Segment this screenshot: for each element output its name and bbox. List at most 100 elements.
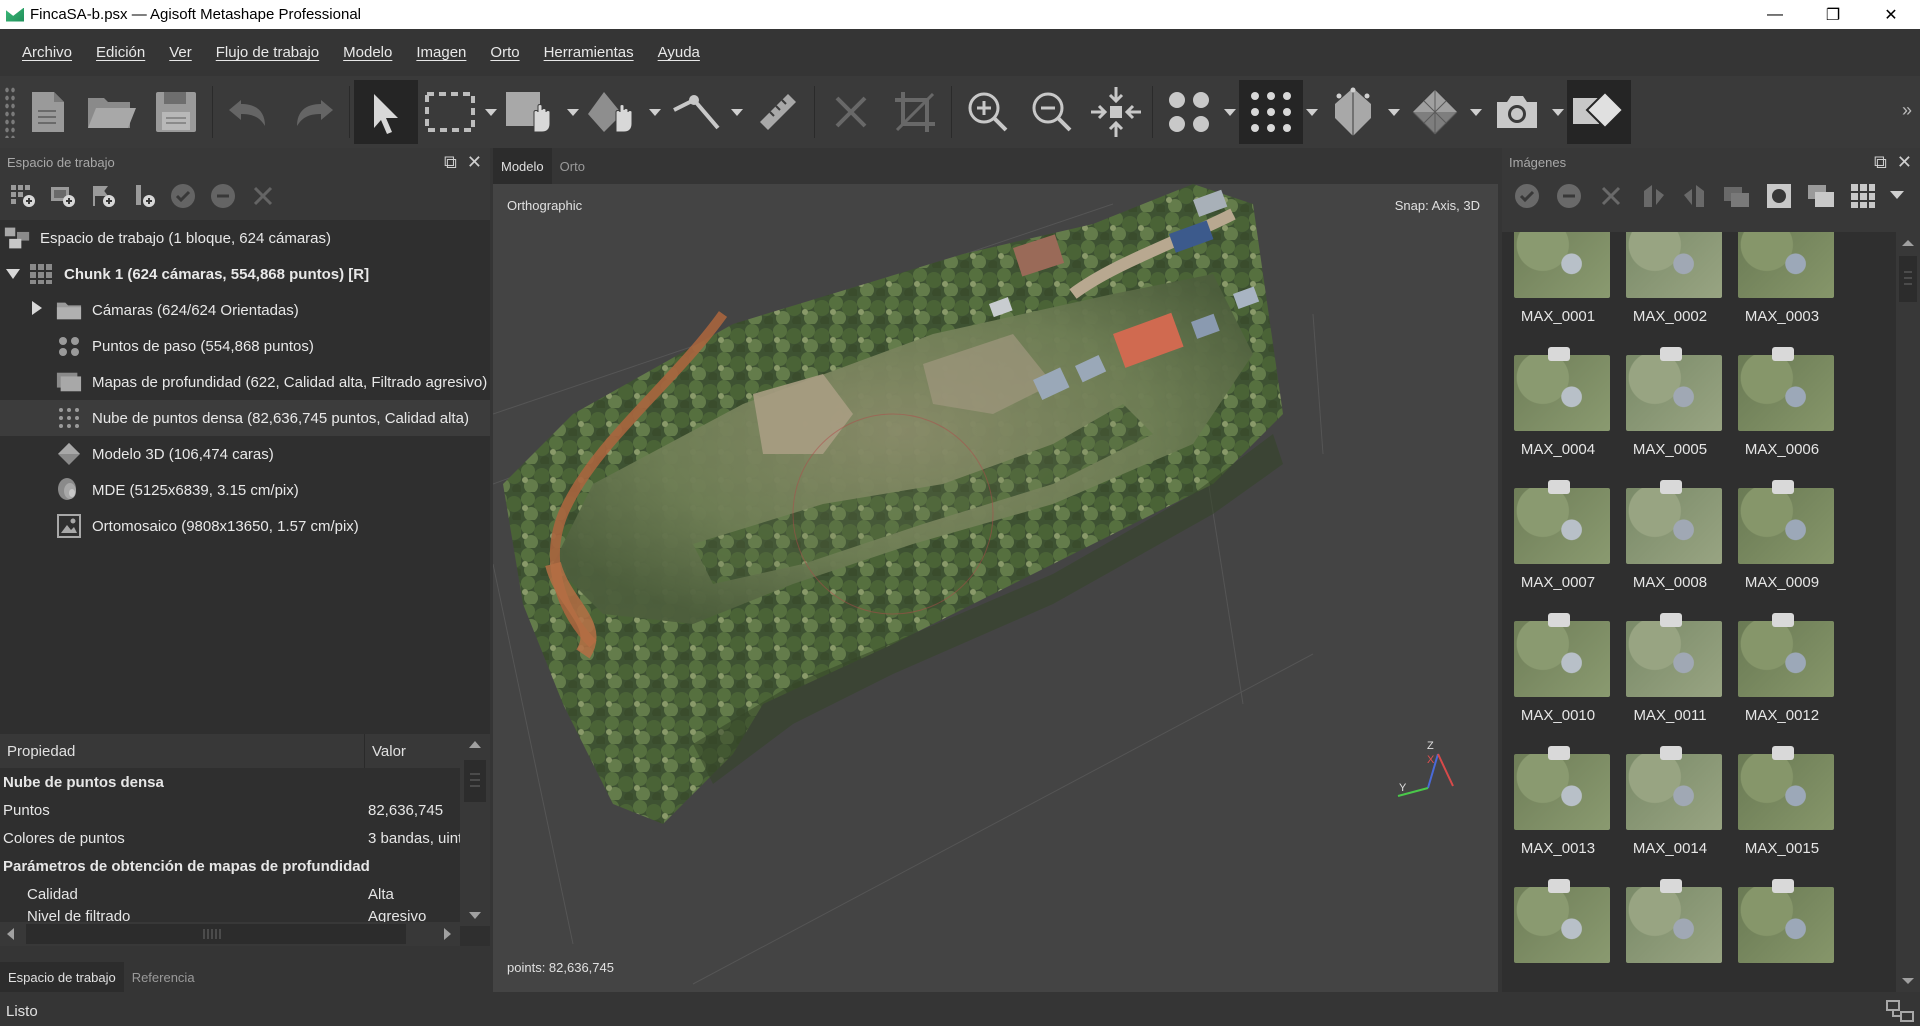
property-row[interactable]: Puntos 82,636,745 <box>0 796 490 824</box>
new-document-button[interactable] <box>16 80 80 144</box>
tree-item-dense-cloud[interactable]: Nube de puntos densa (82,636,745 puntos,… <box>0 400 490 436</box>
chunk-expanded-arrow-icon[interactable] <box>6 266 20 283</box>
add-chunk-button[interactable] <box>8 181 38 211</box>
image-thumbnail[interactable]: MAX_0005 <box>1614 345 1726 475</box>
add-photos-button[interactable] <box>48 181 78 211</box>
close-window-button[interactable]: ✕ <box>1862 0 1920 29</box>
image-thumbnail[interactable] <box>1726 877 1838 992</box>
toolbar-overflow-button[interactable]: » <box>1902 100 1912 121</box>
draw-polyline-button[interactable] <box>664 80 728 144</box>
tab-reference[interactable]: Referencia <box>124 962 203 992</box>
images-vertical-scrollbar[interactable] <box>1896 232 1920 992</box>
zoom-out-button[interactable] <box>1020 80 1084 144</box>
tab-workspace[interactable]: Espacio de trabajo <box>0 962 124 992</box>
remove-cameras-button[interactable] <box>1594 181 1628 211</box>
image-thumbnail[interactable]: MAX_0015 <box>1726 744 1838 874</box>
enable-cameras-button[interactable] <box>1510 181 1544 211</box>
tree-item-orthomosaic[interactable]: Ortomosaico (9808x13650, 1.57 cm/pix) <box>0 508 490 544</box>
properties-horizontal-scrollbar[interactable] <box>0 922 460 946</box>
view-mode-button[interactable] <box>1846 181 1880 211</box>
menu-orto[interactable]: Orto <box>478 44 531 61</box>
toolbar-grip-icon[interactable] <box>4 86 16 138</box>
menu-herramientas[interactable]: Herramientas <box>532 44 646 61</box>
remove-item-button[interactable] <box>248 181 278 211</box>
reset-view-button[interactable] <box>1084 80 1148 144</box>
image-thumbnail[interactable]: MAX_0002 <box>1614 232 1726 342</box>
disable-cameras-button[interactable] <box>1552 181 1586 211</box>
image-thumbnail[interactable]: MAX_0009 <box>1726 478 1838 608</box>
tab-ortho[interactable]: Orto <box>552 148 593 184</box>
image-thumbnail[interactable]: MAX_0007 <box>1502 478 1614 608</box>
delete-selection-button[interactable] <box>819 80 883 144</box>
overlay-images-button[interactable] <box>1804 181 1838 211</box>
model-view-dropdown[interactable] <box>1467 80 1485 144</box>
add-scalebar-button[interactable] <box>128 181 158 211</box>
cameras-collapsed-arrow-icon[interactable] <box>32 301 44 319</box>
menu-imagen[interactable]: Imagen <box>404 44 478 61</box>
image-thumbnail[interactable]: MAX_0014 <box>1614 744 1726 874</box>
image-thumbnail[interactable] <box>1614 877 1726 992</box>
show-points-button[interactable] <box>1157 80 1221 144</box>
value-column-header[interactable]: Valor <box>365 743 406 760</box>
image-thumbnail[interactable]: MAX_0006 <box>1726 345 1838 475</box>
rotate-object-button[interactable] <box>582 80 646 144</box>
mask-from-selection-button[interactable] <box>1720 181 1754 211</box>
menu-archivo[interactable]: Archivo <box>10 44 84 61</box>
viewport-canvas[interactable]: Orthographic Snap: Axis, 3D points: 82,6… <box>493 184 1498 992</box>
rectangle-selection-button[interactable] <box>418 80 482 144</box>
tree-root-workspace[interactable]: Espacio de trabajo (1 bloque, 624 cámara… <box>0 220 490 256</box>
menu-ver[interactable]: Ver <box>157 44 204 61</box>
enable-button[interactable] <box>168 181 198 211</box>
view-mode-dropdown[interactable] <box>1888 181 1906 211</box>
property-column-header[interactable]: Propiedad <box>0 734 365 768</box>
show-cameras-dropdown[interactable] <box>1549 80 1567 144</box>
rotate-left-button[interactable] <box>1678 181 1712 211</box>
close-panel-icon[interactable]: ✕ <box>467 152 482 173</box>
depth-maps-button[interactable] <box>1321 80 1385 144</box>
undock-panel-icon[interactable]: ⧉ <box>444 152 457 173</box>
menu-flujo-de-trabajo[interactable]: Flujo de trabajo <box>204 44 331 61</box>
draw-polyline-dropdown[interactable] <box>728 80 746 144</box>
rotate-right-button[interactable] <box>1636 181 1670 211</box>
close-panel-icon[interactable]: ✕ <box>1897 152 1912 173</box>
property-row[interactable]: Colores de puntos 3 bandas, uint8 <box>0 824 490 852</box>
rotate-object-dropdown[interactable] <box>646 80 664 144</box>
properties-vertical-scrollbar[interactable] <box>460 734 490 926</box>
depth-maps-dropdown[interactable] <box>1385 80 1403 144</box>
image-thumbnail[interactable]: MAX_0008 <box>1614 478 1726 608</box>
show-points-dropdown[interactable] <box>1221 80 1239 144</box>
zoom-in-button[interactable] <box>956 80 1020 144</box>
disable-button[interactable] <box>208 181 238 211</box>
console-dock-icon[interactable] <box>1886 1000 1914 1022</box>
show-cameras-button[interactable] <box>1485 80 1549 144</box>
tree-item-depth-maps[interactable]: Mapas de profundidad (622, Calidad alta,… <box>0 364 490 400</box>
property-row[interactable]: Nivel de filtrado Agresivo <box>0 908 490 922</box>
show-masks-button[interactable] <box>1762 181 1796 211</box>
tab-model[interactable]: Modelo <box>493 148 552 184</box>
tree-item-tie-points[interactable]: Puntos de paso (554,868 puntos) <box>0 328 490 364</box>
image-thumbnail[interactable]: MAX_0004 <box>1502 345 1614 475</box>
dense-cloud-dropdown[interactable] <box>1303 80 1321 144</box>
tree-item-cameras[interactable]: Cámaras (624/624 Orientadas) <box>0 292 490 328</box>
undo-button[interactable] <box>217 80 281 144</box>
menu-edicion[interactable]: Edición <box>84 44 157 61</box>
move-object-button[interactable] <box>500 80 564 144</box>
move-object-dropdown[interactable] <box>564 80 582 144</box>
ruler-button[interactable] <box>746 80 810 144</box>
tree-item-dem[interactable]: MDE (5125x6839, 3.15 cm/pix) <box>0 472 490 508</box>
add-marker-button[interactable] <box>88 181 118 211</box>
tree-chunk-1[interactable]: Chunk 1 (624 cámaras, 554,868 puntos) [R… <box>0 256 490 292</box>
redo-button[interactable] <box>281 80 345 144</box>
navigation-tool-button[interactable] <box>354 80 418 144</box>
image-thumbnail[interactable]: MAX_0003 <box>1726 232 1838 342</box>
undock-panel-icon[interactable]: ⧉ <box>1874 152 1887 173</box>
menu-modelo[interactable]: Modelo <box>331 44 404 61</box>
model-view-button[interactable] <box>1403 80 1467 144</box>
image-thumbnail[interactable]: MAX_0010 <box>1502 611 1614 741</box>
image-thumbnail[interactable]: MAX_0013 <box>1502 744 1614 874</box>
image-thumbnail[interactable]: MAX_0011 <box>1614 611 1726 741</box>
rectangle-selection-dropdown[interactable] <box>482 80 500 144</box>
crop-selection-button[interactable] <box>883 80 947 144</box>
save-button[interactable] <box>144 80 208 144</box>
minimize-button[interactable]: — <box>1746 0 1804 29</box>
